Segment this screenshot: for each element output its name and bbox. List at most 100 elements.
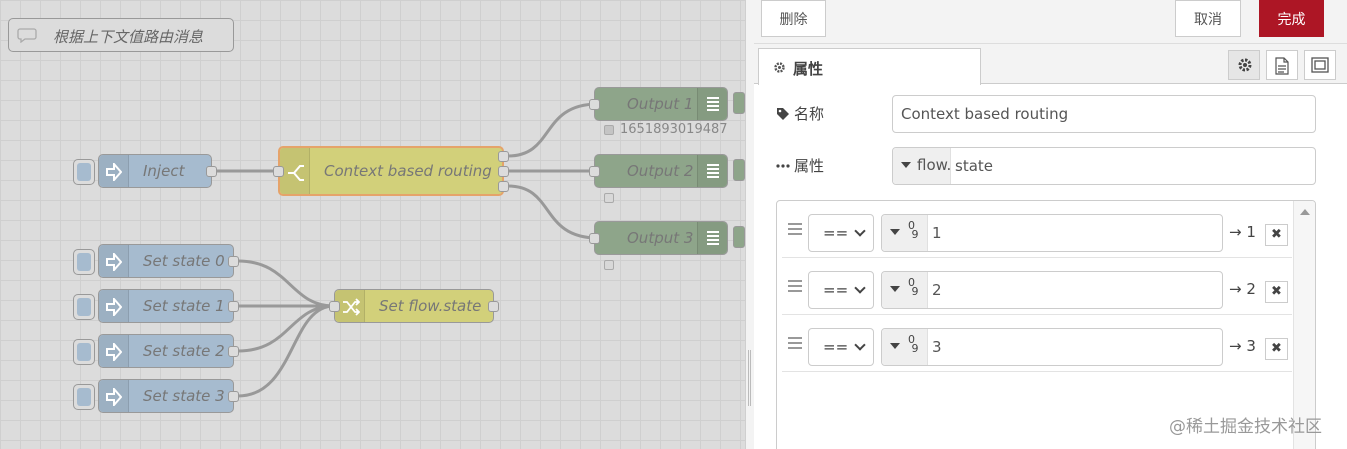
arrow-right-icon (106, 253, 122, 271)
rule-value-input[interactable]: 0 9 1 (881, 214, 1223, 252)
inject-trigger-button[interactable] (73, 339, 95, 365)
inject-node-set-state-1[interactable]: Set state 1 (73, 289, 239, 323)
number-type-button[interactable]: 0 9 (882, 272, 928, 308)
property-typed-input[interactable]: flow. state (892, 147, 1316, 185)
number-icon: 0 9 (908, 333, 919, 355)
inject-trigger-button[interactable] (73, 249, 95, 275)
rule-value-input[interactable]: 0 9 3 (881, 328, 1223, 366)
wire-switch-output1 (507, 102, 599, 158)
property-type-button[interactable]: flow. (893, 148, 951, 184)
comment-node[interactable]: 根据上下文值路由消息 (8, 18, 234, 52)
property-value: state (955, 157, 993, 175)
inject-trigger-button[interactable] (73, 384, 95, 410)
inject-trigger-button[interactable] (73, 294, 95, 320)
done-button[interactable]: 完成 (1259, 0, 1324, 37)
caret-down-icon (901, 162, 911, 168)
name-input[interactable] (892, 95, 1316, 133)
tray-toolbar: 删除 取消 完成 (754, 0, 1347, 44)
rule-output: → 1 (1229, 223, 1256, 241)
input-port[interactable] (589, 99, 600, 110)
number-icon: 0 9 (908, 219, 919, 241)
flow-workspace[interactable]: 根据上下文值路由消息 Inject Context based routing … (0, 0, 745, 449)
output-port[interactable] (228, 346, 239, 357)
number-type-button[interactable]: 0 9 (882, 329, 928, 365)
drag-handle-icon[interactable] (788, 223, 802, 238)
switch-input-port[interactable] (273, 166, 284, 177)
gear-icon (1238, 58, 1252, 72)
debug-node-output-1[interactable]: Output 1 (589, 87, 745, 121)
debug-node-output-2[interactable]: Output 2 (589, 154, 745, 188)
rule-operator-select[interactable]: == (808, 271, 874, 309)
debug-status-text: 1651893019487 (620, 122, 728, 137)
debug-toggle[interactable] (733, 226, 745, 248)
gear-icon (774, 62, 785, 73)
output-port[interactable] (228, 256, 239, 267)
rule-operator-select[interactable]: == (808, 328, 874, 366)
inject-node[interactable]: Inject (73, 154, 217, 188)
input-port[interactable] (589, 166, 600, 177)
switch-output-port-1[interactable] (498, 151, 509, 162)
change-node[interactable]: Set flow.state (329, 289, 499, 323)
tab-appearance-button[interactable] (1304, 50, 1336, 80)
watermark: @稀土掘金技术社区 (1169, 417, 1322, 437)
rule-row-2: == 0 9 2 → 2 ✖ (782, 258, 1292, 315)
inject-output-port[interactable] (206, 166, 217, 177)
rule-row-1: == 0 9 1 → 1 ✖ (782, 201, 1292, 258)
remove-rule-button[interactable]: ✖ (1265, 338, 1288, 360)
rule-value: 2 (932, 281, 942, 299)
delete-button[interactable]: 删除 (761, 0, 826, 37)
input-port[interactable] (589, 233, 600, 244)
scroll-up-icon[interactable] (1300, 209, 1310, 215)
rule-value: 3 (932, 338, 942, 356)
node-label: Set state 0 (143, 252, 225, 270)
switch-icon (288, 165, 304, 181)
node-editor-tray: 删除 取消 完成 属性 名称 Context based routing 属性 … (754, 0, 1347, 449)
property-type-label: flow. (917, 156, 952, 174)
name-label: 名称 (794, 105, 825, 123)
drag-handle-icon[interactable] (788, 280, 802, 295)
frame-icon (1311, 57, 1329, 73)
rule-value: 1 (932, 224, 942, 242)
change-input-port[interactable] (329, 301, 340, 312)
tabs-bar: 属性 (754, 44, 1347, 85)
status-dot (604, 260, 614, 270)
rule-operator-select[interactable]: == (808, 214, 874, 252)
tab-settings-button[interactable] (1228, 50, 1260, 80)
node-label: Set state 2 (143, 342, 225, 360)
rule-value-input[interactable]: 0 9 2 (881, 271, 1223, 309)
switch-output-port-3[interactable] (498, 181, 509, 192)
inject-node-set-state-3[interactable]: Set state 3 (73, 379, 239, 413)
wire-switch-output3 (507, 184, 599, 240)
list-icon (707, 164, 719, 178)
ellipsis-icon (776, 164, 790, 168)
switch-node[interactable]: Context based routing (273, 146, 509, 196)
output-port[interactable] (228, 391, 239, 402)
change-node-label: Set flow.state (379, 297, 482, 315)
inject-node-set-state-0[interactable]: Set state 0 (73, 244, 239, 278)
tab-properties[interactable]: 属性 (758, 48, 981, 85)
chevron-down-icon (854, 282, 866, 294)
node-label: Output 3 (627, 229, 694, 247)
inject-trigger-button[interactable] (73, 159, 95, 185)
remove-rule-button[interactable]: ✖ (1265, 281, 1288, 303)
inject-node-set-state-2[interactable]: Set state 2 (73, 334, 239, 368)
switch-output-port-2[interactable] (498, 166, 509, 177)
tab-description-button[interactable] (1266, 50, 1298, 80)
drag-handle-icon[interactable] (788, 337, 802, 352)
arrow-right-icon (106, 163, 122, 181)
debug-toggle[interactable] (733, 159, 745, 181)
list-icon (707, 97, 719, 111)
node-label: Output 1 (627, 95, 694, 113)
remove-rule-button[interactable]: ✖ (1265, 224, 1288, 246)
tray-resize-handle[interactable] (745, 0, 754, 449)
number-icon: 0 9 (908, 276, 919, 298)
debug-node-output-3[interactable]: Output 3 (589, 221, 745, 255)
cancel-button[interactable]: 取消 (1175, 0, 1241, 37)
change-output-port[interactable] (488, 301, 499, 312)
output-port[interactable] (228, 301, 239, 312)
debug-toggle[interactable] (733, 92, 745, 114)
tag-icon (777, 108, 789, 120)
number-type-button[interactable]: 0 9 (882, 215, 928, 251)
arrow-right-icon (106, 388, 122, 406)
inject-node-label: Inject (143, 162, 185, 180)
